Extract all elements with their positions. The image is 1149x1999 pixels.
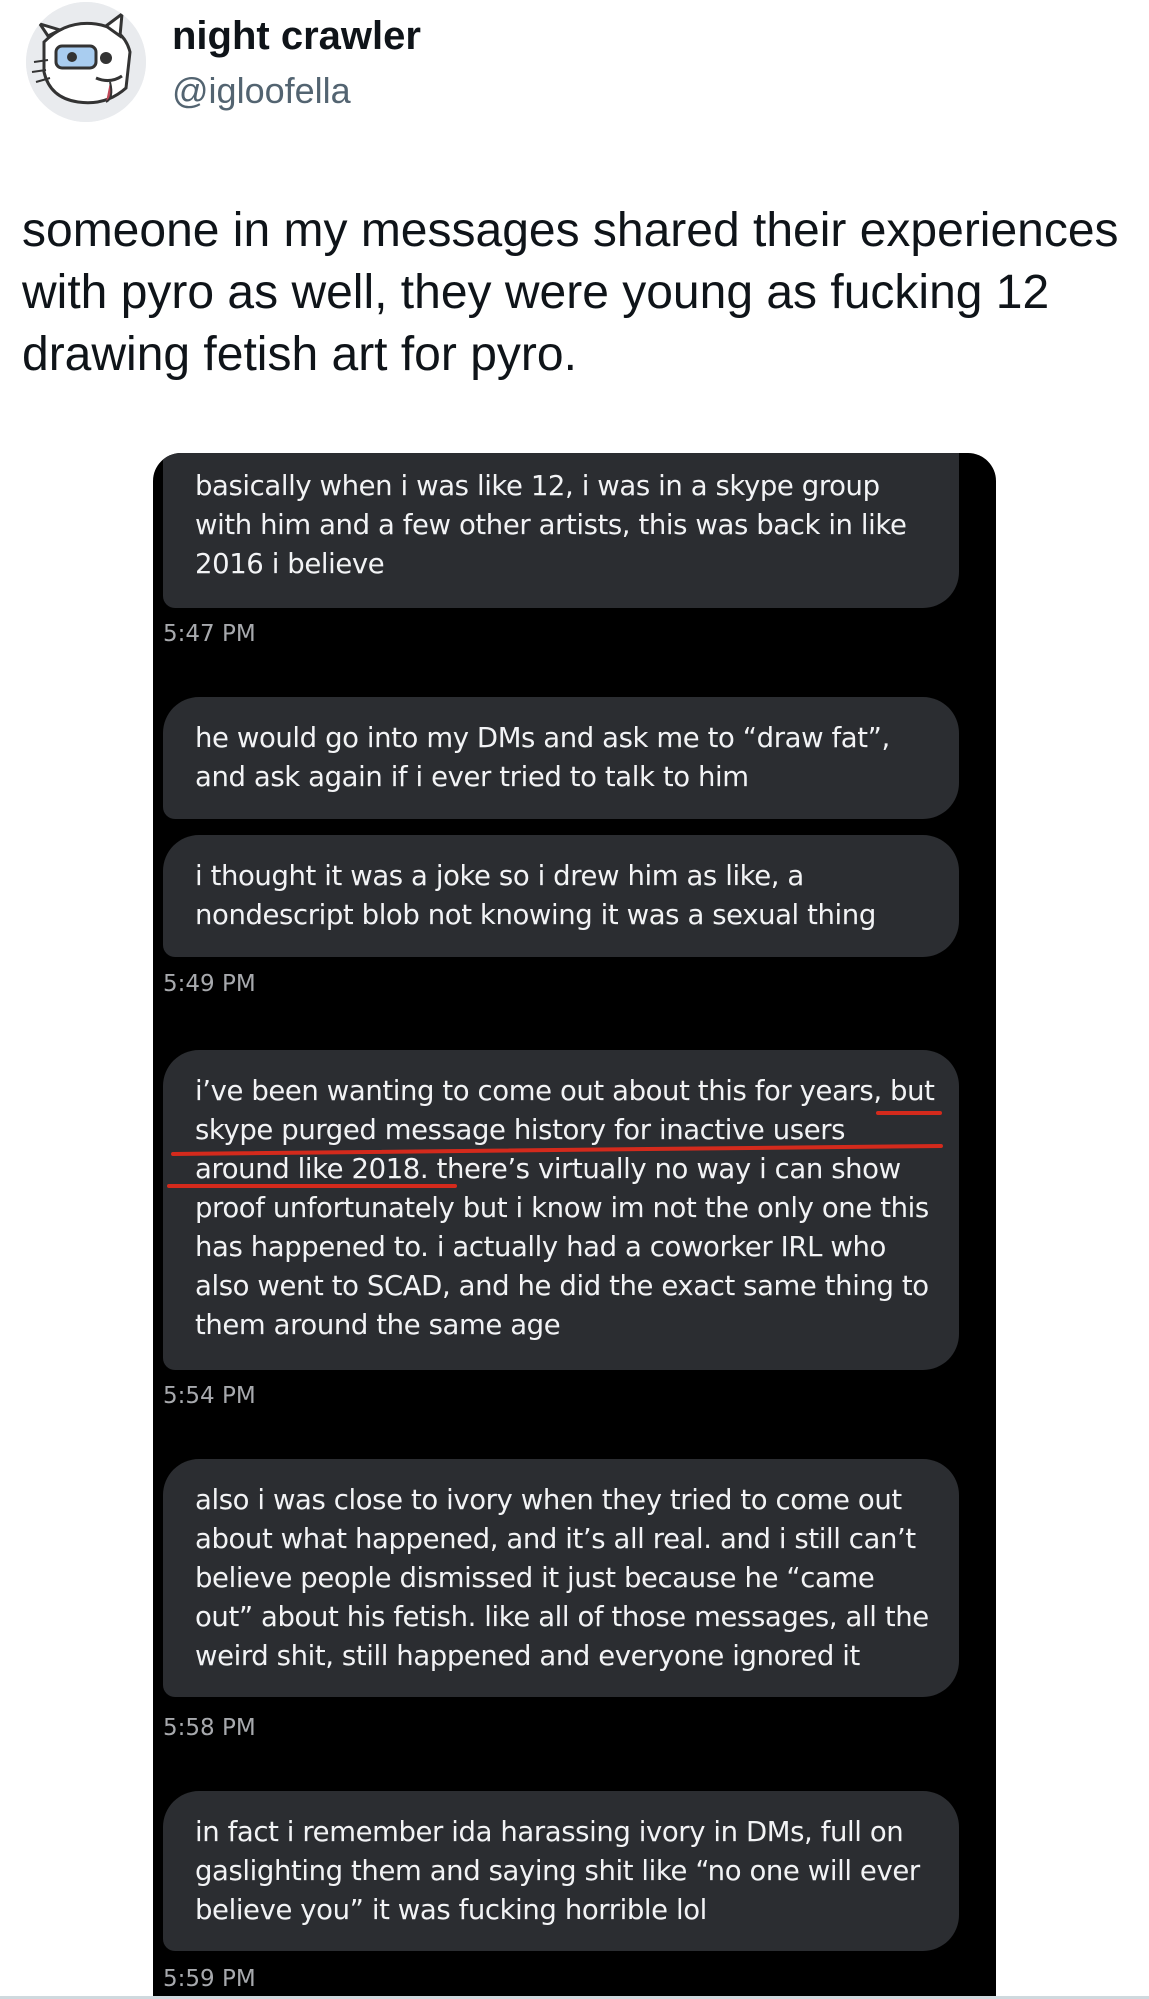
tweet-header: night crawler @igloofella [22,0,1122,130]
message-line: in fact i remember ida harassing ivory i… [195,1816,904,1848]
message-line: i’ve been wanting to come out about this… [195,1075,935,1107]
message-timestamp: 5:54 PM [163,1383,256,1409]
message-line: gaslighting them and saying shit like “n… [195,1855,920,1887]
message-timestamp: 5:59 PM [163,1966,256,1992]
message-line: has happened to. i actually had a cowork… [195,1231,886,1263]
red-underline-mark [167,1184,457,1188]
message-line: them around the same age [195,1309,561,1341]
message-line: nondescript blob not knowing it was a se… [195,899,876,931]
author-handle[interactable]: @igloofella [172,70,351,112]
message-line: 2016 i believe [195,548,385,580]
red-underline-mark [876,1111,942,1115]
attached-screenshot-image[interactable]: basically when i was like 12, i was in a… [153,453,996,1999]
message-bubble: he would go into my DMs and ask me to “d… [163,697,959,819]
message-line: skype purged message history for inactiv… [195,1114,846,1146]
message-line: believe people dismissed it just because… [195,1562,875,1594]
message-bubble: basically when i was like 12, i was in a… [163,453,959,608]
message-bubble: i thought it was a joke so i drew him as… [163,835,959,957]
message-line: out” about his fetish. like all of those… [195,1601,929,1633]
message-line: believe you” it was fucking horrible lol [195,1894,707,1926]
tweet-text-line: with pyro as well, they were young as fu… [22,266,1050,319]
message-line: proof unfortunately but i know im not th… [195,1192,929,1224]
message-timestamp: 5:49 PM [163,971,256,997]
message-bubble: i’ve been wanting to come out about this… [163,1050,959,1370]
message-timestamp: 5:47 PM [163,621,256,647]
cartoon-animal-avatar-icon[interactable] [26,2,146,122]
message-line: i thought it was a joke so i drew him as… [195,860,804,892]
message-line: about what happened, and it’s all real. … [195,1523,916,1555]
message-line: he would go into my DMs and ask me to “d… [195,722,890,754]
message-bubble: also i was close to ivory when they trie… [163,1459,959,1697]
message-timestamp: 5:58 PM [163,1715,256,1741]
message-line: also i was close to ivory when they trie… [195,1484,902,1516]
tweet-text-line: someone in my messages shared their expe… [22,204,1119,257]
message-line: basically when i was like 12, i was in a… [195,470,880,502]
message-bubble: in fact i remember ida harassing ivory i… [163,1791,959,1951]
author-name[interactable]: night crawler [172,14,421,59]
message-line: weird shit, still happened and everyone … [195,1640,860,1672]
tweet-text: someone in my messages shared their expe… [22,200,1132,386]
message-line: with him and a few other artists, this w… [195,509,907,541]
tweet-text-line: drawing fetish art for pyro. [22,328,577,381]
message-line: and ask again if i ever tried to talk to… [195,761,749,793]
message-line: also went to SCAD, and he did the exact … [195,1270,929,1302]
